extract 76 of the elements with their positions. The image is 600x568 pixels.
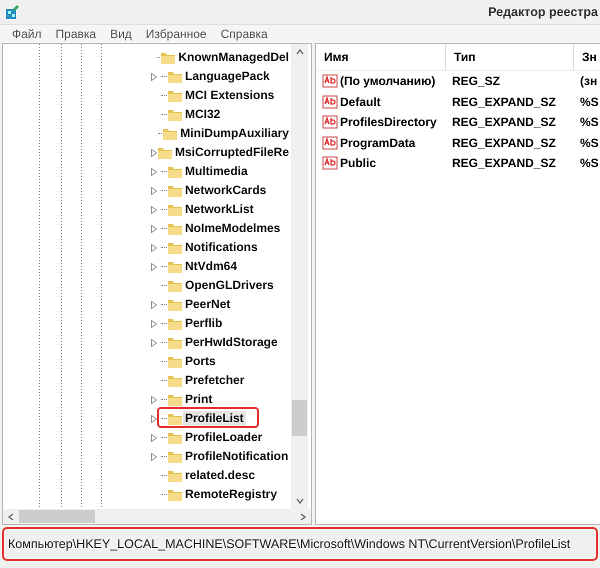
tree-item[interactable]: NoImeModelmes xyxy=(183,221,282,236)
value-data: %S xyxy=(580,94,599,109)
expand-arrow-icon[interactable] xyxy=(151,338,157,346)
expand-arrow-icon[interactable] xyxy=(151,414,157,422)
expand-arrow-icon[interactable] xyxy=(151,244,157,252)
tree-item[interactable]: NetworkCards xyxy=(183,183,268,198)
tree-item[interactable]: KnownManagedDel xyxy=(176,50,291,65)
tree-item[interactable]: Perflib xyxy=(183,316,224,331)
expand-arrow-icon[interactable] xyxy=(151,300,157,308)
scrollbar-thumb[interactable] xyxy=(292,400,307,436)
value-data: %S xyxy=(580,156,599,170)
value-name[interactable]: ProfilesDirectory xyxy=(340,115,437,130)
menu-item[interactable]: Справка xyxy=(220,27,268,41)
tree-item[interactable]: RemoteRegistry xyxy=(183,487,280,502)
expand-arrow-icon[interactable] xyxy=(151,186,157,194)
tree-item[interactable]: OpenGLDrivers xyxy=(183,278,276,293)
value-name[interactable]: ProgramData xyxy=(340,136,416,150)
tree-item[interactable]: ProfileLoader xyxy=(183,430,264,445)
string-value-icon xyxy=(322,94,338,110)
menu-item[interactable]: Избранное xyxy=(146,27,207,41)
string-value-icon xyxy=(322,73,338,90)
tree-item[interactable]: MCI Extensions xyxy=(183,88,276,103)
expand-arrow-icon[interactable] xyxy=(151,452,157,460)
tree-item[interactable]: Ports xyxy=(183,354,218,369)
tree-item[interactable]: Notifications xyxy=(183,240,260,255)
string-value-icon xyxy=(322,114,338,130)
expand-arrow-icon[interactable] xyxy=(151,148,157,156)
window-title: Редактор реестра xyxy=(488,5,598,19)
string-value-icon xyxy=(322,134,338,151)
expand-arrow-icon[interactable] xyxy=(151,168,157,176)
tree-item[interactable]: NetworkList xyxy=(183,202,256,217)
tree-item[interactable]: PeerNet xyxy=(183,297,232,312)
value-type: REG_EXPAND_SZ xyxy=(452,115,556,130)
value-data: %S xyxy=(580,115,599,130)
menu-item[interactable]: Файл xyxy=(12,27,42,41)
column-header[interactable]: Зн xyxy=(574,44,600,71)
tree-item[interactable]: MCI32 xyxy=(183,107,222,122)
column-header[interactable]: Имя xyxy=(316,44,446,71)
tree-item[interactable]: Prefetcher xyxy=(183,373,246,388)
tree-item[interactable]: related.desc xyxy=(183,468,258,483)
value-type: REG_SZ xyxy=(452,74,500,88)
tree-item[interactable]: LanguagePack xyxy=(183,69,272,84)
expand-arrow-icon[interactable] xyxy=(151,396,157,404)
value-type: REG_EXPAND_SZ xyxy=(452,156,556,170)
expand-arrow-icon[interactable] xyxy=(151,434,157,442)
menu-item[interactable]: Вид xyxy=(110,27,132,41)
expand-arrow-icon[interactable] xyxy=(151,224,157,232)
value-name[interactable]: (По умолчанию) xyxy=(340,74,436,88)
scroll-left-icon[interactable] xyxy=(7,512,15,520)
scroll-up-icon[interactable] xyxy=(296,48,304,56)
string-value-icon xyxy=(322,155,338,172)
value-type: REG_EXPAND_SZ xyxy=(452,136,556,150)
tree-item[interactable]: Multimedia xyxy=(183,164,250,179)
tree-item[interactable]: Print xyxy=(183,392,214,407)
tree-item[interactable]: MiniDumpAuxiliary xyxy=(178,126,291,141)
tree-item[interactable]: ProfileList xyxy=(183,411,246,426)
value-data: (зн xyxy=(580,74,598,88)
registry-app-icon xyxy=(4,4,20,20)
tree-item[interactable]: PerHwIdStorage xyxy=(183,335,280,350)
expand-arrow-icon[interactable] xyxy=(151,72,157,80)
scrollbar-thumb[interactable] xyxy=(19,510,95,523)
scroll-right-icon[interactable] xyxy=(299,512,307,520)
expand-arrow-icon[interactable] xyxy=(151,320,157,328)
expand-arrow-icon[interactable] xyxy=(151,262,157,270)
column-header[interactable]: Тип xyxy=(446,44,574,71)
value-type: REG_EXPAND_SZ xyxy=(452,94,556,109)
value-name[interactable]: Default xyxy=(340,94,381,109)
menu-item[interactable]: Правка xyxy=(56,27,96,41)
status-bar: Компьютер\HKEY_LOCAL_MACHINE\SOFTWARE\Microsoft\Windows NT\CurrentVersion\ProfileList xyxy=(2,527,598,561)
expand-arrow-icon[interactable] xyxy=(151,206,157,214)
tree-item[interactable]: ProfileNotification xyxy=(183,449,290,464)
value-name[interactable]: Public xyxy=(340,156,376,170)
tree-item[interactable]: MsiCorruptedFileRe xyxy=(173,145,291,160)
value-data: %S xyxy=(580,136,599,150)
tree-item[interactable]: NtVdm64 xyxy=(183,259,240,274)
scroll-down-icon[interactable] xyxy=(296,497,304,505)
